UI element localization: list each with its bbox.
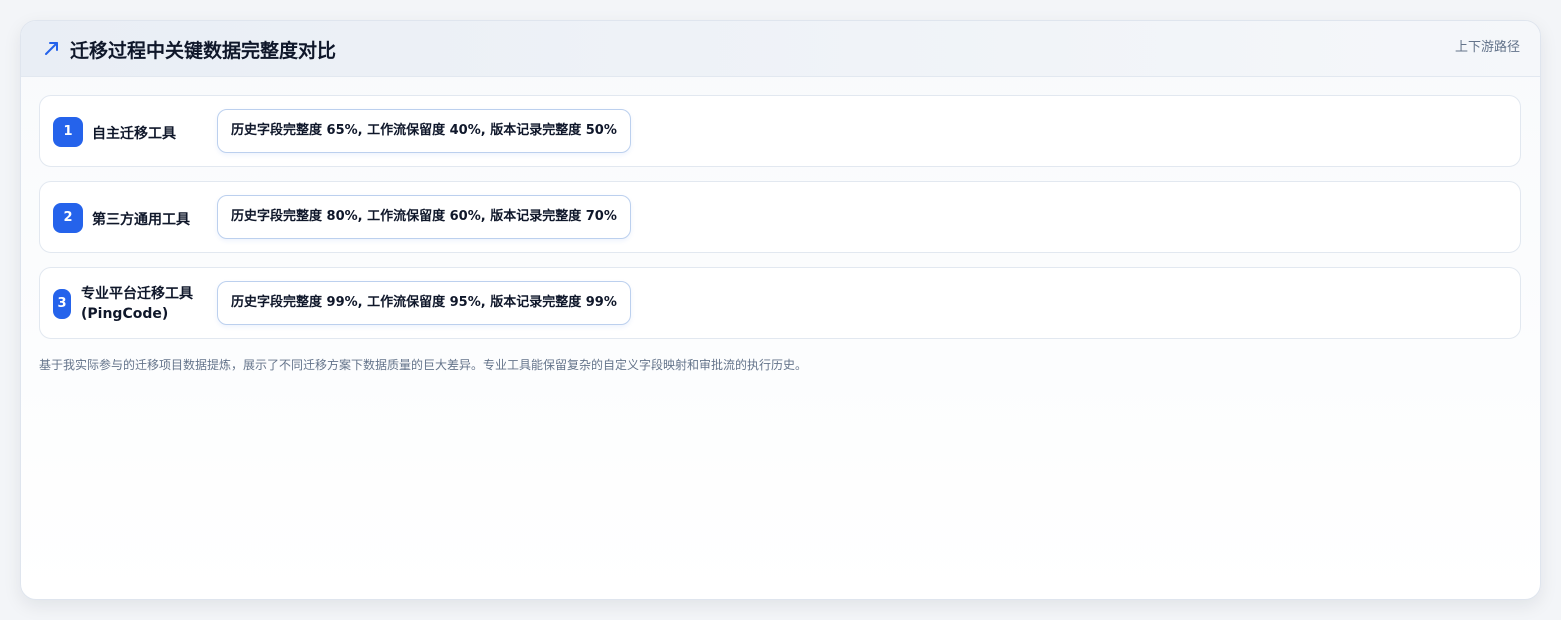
- tool-name: 自主迁移工具: [92, 126, 176, 142]
- metrics-pill: 历史字段完整度 80%, 工作流保留度 60%, 版本记录完整度 70%: [217, 195, 631, 239]
- row-number-badge: 3: [53, 289, 71, 319]
- tool-name-line1: 专业平台迁移工具: [81, 286, 193, 302]
- tool-name: 专业平台迁移工具 (PingCode): [81, 284, 211, 324]
- row-number-badge: 2: [53, 203, 83, 233]
- tool-name: 第三方通用工具: [92, 212, 190, 228]
- row-number-badge: 1: [53, 117, 83, 147]
- metrics-pill: 历史字段完整度 65%, 工作流保留度 40%, 版本记录完整度 50%: [217, 109, 631, 153]
- tool-row: 2 第三方通用工具 历史字段完整度 80%, 工作流保留度 60%, 版本记录完…: [39, 181, 1521, 253]
- tool-name-line2: (PingCode): [81, 306, 169, 322]
- footnote: 基于我实际参与的迁移项目数据提炼，展示了不同迁移方案下数据质量的巨大差异。专业工…: [39, 358, 808, 372]
- page-title: 迁移过程中关键数据完整度对比: [70, 40, 337, 62]
- tool-row: 1 自主迁移工具 历史字段完整度 65%, 工作流保留度 40%, 版本记录完整…: [39, 95, 1521, 167]
- tool-row: 3 专业平台迁移工具 (PingCode) 历史字段完整度 99%, 工作流保留…: [39, 267, 1521, 339]
- card-header: 迁移过程中关键数据完整度对比 上下游路径: [21, 21, 1540, 77]
- trend-arrow-icon: [43, 39, 61, 57]
- comparison-card: 迁移过程中关键数据完整度对比 上下游路径 1 自主迁移工具 历史字段完整度 65…: [20, 20, 1541, 600]
- upstream-downstream-link[interactable]: 上下游路径: [1455, 36, 1520, 55]
- metrics-pill: 历史字段完整度 99%, 工作流保留度 95%, 版本记录完整度 99%: [217, 281, 631, 325]
